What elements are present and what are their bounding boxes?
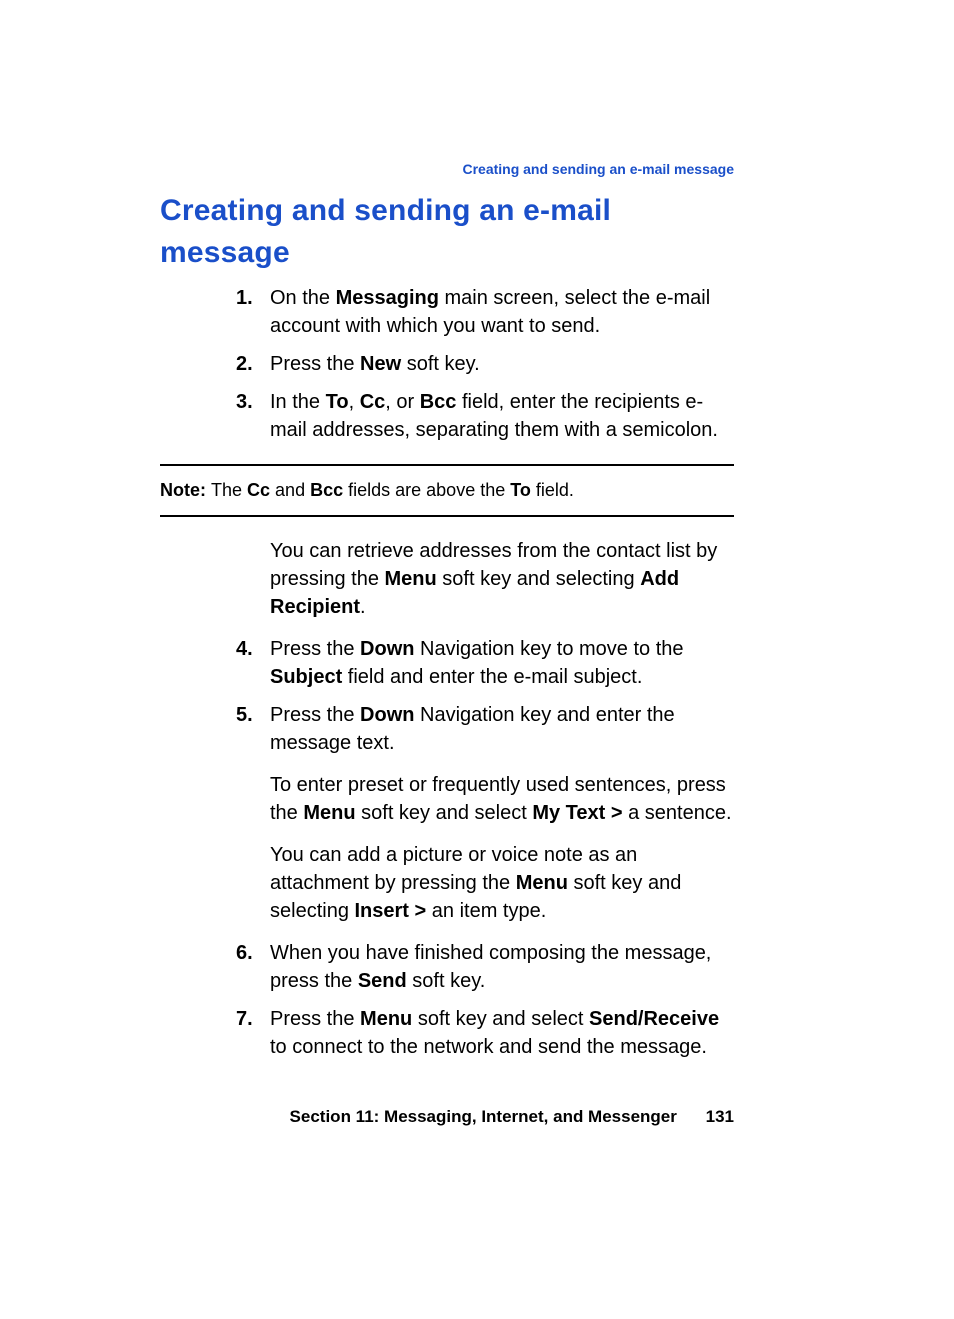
page: Creating and sending an e-mail message C…: [0, 0, 954, 1319]
step-1: 1. On the Messaging main screen, select …: [240, 284, 734, 340]
step-text: Press the Down Navigation key and enter …: [270, 704, 675, 754]
step-text: When you have finished composing the mes…: [270, 942, 711, 992]
steps-list-part-c: 6. When you have finished composing the …: [160, 939, 734, 1061]
steps-list-part-a: 1. On the Messaging main screen, select …: [160, 284, 734, 444]
section-label: Section 11: Messaging, Internet, and Mes…: [290, 1107, 677, 1126]
page-number: 131: [706, 1107, 734, 1126]
step-6: 6. When you have finished composing the …: [240, 939, 734, 995]
retrieve-addresses-paragraph: You can retrieve addresses from the cont…: [270, 537, 734, 621]
running-header: Creating and sending an e-mail message: [462, 160, 734, 180]
step-number: 4.: [236, 635, 253, 663]
preset-sentences-paragraph: To enter preset or frequently used sente…: [270, 771, 734, 827]
step-5: 5. Press the Down Navigation key and ent…: [240, 701, 734, 757]
step-text: On the Messaging main screen, select the…: [270, 287, 710, 337]
note-text: The Cc and Bcc fields are above the To f…: [211, 480, 574, 500]
note-label: Note:: [160, 480, 211, 500]
page-footer: Section 11: Messaging, Internet, and Mes…: [290, 1105, 734, 1129]
step-number: 1.: [236, 284, 253, 312]
step-3: 3. In the To, Cc, or Bcc field, enter th…: [240, 388, 734, 444]
step-text: Press the Down Navigation key to move to…: [270, 638, 684, 688]
step-text: Press the New soft key.: [270, 353, 480, 375]
page-title: Creating and sending an e-mail message: [160, 190, 734, 274]
steps-list-part-b: 4. Press the Down Navigation key to move…: [160, 635, 734, 757]
step-number: 3.: [236, 388, 253, 416]
step-7: 7. Press the Menu soft key and select Se…: [240, 1005, 734, 1061]
attachment-paragraph: You can add a picture or voice note as a…: [270, 841, 734, 925]
step-number: 6.: [236, 939, 253, 967]
step-4: 4. Press the Down Navigation key to move…: [240, 635, 734, 691]
step-text: Press the Menu soft key and select Send/…: [270, 1008, 719, 1058]
note-block: Note: The Cc and Bcc fields are above th…: [160, 464, 734, 517]
step-number: 2.: [236, 350, 253, 378]
step-2: 2. Press the New soft key.: [240, 350, 734, 378]
step-number: 7.: [236, 1005, 253, 1033]
step-text: In the To, Cc, or Bcc field, enter the r…: [270, 391, 718, 441]
step-number: 5.: [236, 701, 253, 729]
